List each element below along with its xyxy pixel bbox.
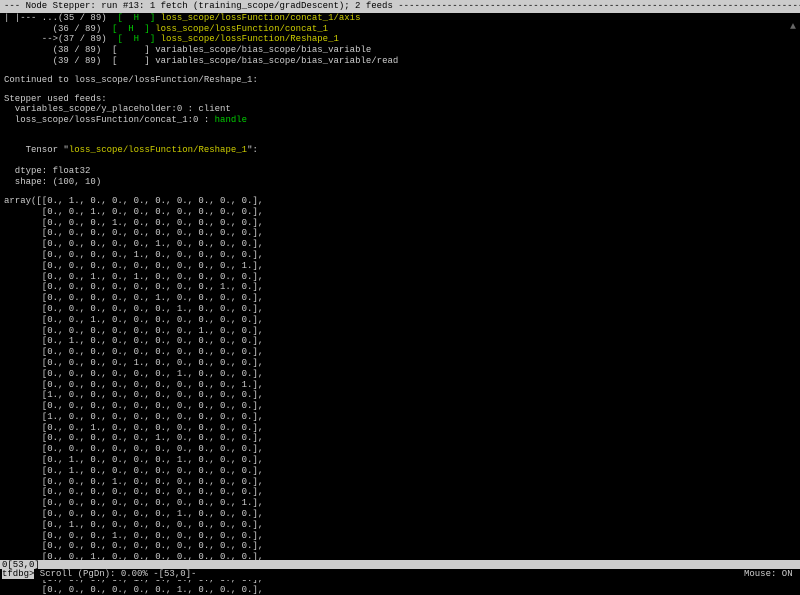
array-row: [0., 0., 0., 0., 0., 0., 0., 0., 0., 0.]…: [4, 487, 796, 498]
node-line: (38 / 89) [ ] variables_scope/bias_scope…: [4, 45, 796, 56]
array-row: [0., 0., 0., 0., 0., 0., 0., 0., 0., 0.]…: [4, 444, 796, 455]
node-line: | |--- ...(35 / 89) [ H ] loss_scope/los…: [4, 13, 796, 24]
array-row: [0., 0., 0., 0., 0., 0., 0., 0., 0., 0.]…: [4, 228, 796, 239]
mouse-status: Mouse: ON: [744, 569, 798, 580]
array-row: [0., 0., 0., 0., 0., 0., 0., 0., 0., 1.]…: [4, 380, 796, 391]
array-row: [0., 1., 0., 0., 0., 0., 0., 0., 0., 0.]…: [4, 520, 796, 531]
feed-line: loss_scope/lossFunction/concat_1:0 : han…: [4, 115, 796, 126]
array-row: [0., 0., 0., 0., 0., 0., 0., 0., 0., 0.]…: [4, 401, 796, 412]
array-row: [0., 0., 0., 0., 0., 0., 1., 0., 0., 0.]…: [4, 509, 796, 520]
array-row: [0., 0., 0., 0., 0., 0., 1., 0., 0., 0.]…: [4, 585, 796, 595]
array-row: [0., 0., 0., 1., 0., 0., 0., 0., 0., 0.]…: [4, 531, 796, 542]
array-row: [0., 0., 0., 0., 0., 0., 1., 0., 0., 0.]…: [4, 304, 796, 315]
array-row: [0., 0., 0., 0., 0., 1., 0., 0., 0., 0.]…: [4, 293, 796, 304]
array-row: array([[0., 1., 0., 0., 0., 0., 0., 0., …: [4, 196, 796, 207]
array-row: [0., 0., 1., 0., 0., 0., 0., 0., 0., 0.]…: [4, 423, 796, 434]
array-row: [0., 0., 0., 0., 0., 0., 0., 0., 0., 1.]…: [4, 498, 796, 509]
array-row: [0., 0., 0., 0., 0., 1., 0., 0., 0., 0.]…: [4, 239, 796, 250]
shape-line: shape: (100, 10): [4, 177, 796, 188]
array-row: [0., 0., 0., 0., 0., 0., 0., 0., 1., 0.]…: [4, 282, 796, 293]
array-row: [0., 1., 0., 0., 0., 0., 1., 0., 0., 0.]…: [4, 455, 796, 466]
array-row: [0., 0., 0., 0., 1., 0., 0., 0., 0., 0.]…: [4, 358, 796, 369]
array-row: [0., 0., 0., 1., 0., 0., 0., 0., 0., 0.]…: [4, 218, 796, 229]
terminal-content: | |--- ...(35 / 89) [ H ] loss_scope/los…: [0, 13, 800, 595]
array-row: [0., 0., 0., 0., 0., 1., 0., 0., 0., 0.]…: [4, 433, 796, 444]
array-row: [0., 0., 1., 0., 0., 0., 0., 0., 0., 0.]…: [4, 207, 796, 218]
array-row: [0., 1., 0., 0., 0., 0., 0., 0., 0., 0.]…: [4, 336, 796, 347]
array-row: [1., 0., 0., 0., 0., 0., 0., 0., 0., 0.]…: [4, 390, 796, 401]
tensor-name: loss_scope/lossFunction/Reshape_1: [69, 145, 247, 155]
scroll-info: Scroll (PgDn): 0.00% -[53,0]-: [34, 569, 196, 579]
array-row: [0., 0., 0., 0., 0., 0., 0., 0., 0., 0.]…: [4, 347, 796, 358]
feeds-header: Stepper used feeds:: [4, 94, 796, 105]
array-row: [1., 0., 0., 0., 0., 0., 0., 0., 0., 0.]…: [4, 412, 796, 423]
title-bar: --- Node Stepper: run #13: 1 fetch (trai…: [0, 0, 800, 13]
array-row: [0., 1., 0., 0., 0., 0., 0., 0., 0., 0.]…: [4, 466, 796, 477]
array-row: [0., 0., 0., 0., 1., 0., 0., 0., 0., 0.]…: [4, 250, 796, 261]
prompt-label: tfdbg>: [2, 569, 34, 579]
status-bar-2[interactable]: tfdbg> Scroll (PgDn): 0.00% -[53,0]- Mou…: [0, 569, 800, 580]
feed-line: variables_scope/y_placeholder:0 : client: [4, 104, 796, 115]
array-row: [0., 0., 1., 0., 0., 0., 0., 0., 0., 0.]…: [4, 315, 796, 326]
array-row: [0., 0., 0., 0., 0., 0., 0., 0., 0., 0.]…: [4, 541, 796, 552]
array-row: [0., 0., 0., 1., 0., 0., 0., 0., 0., 0.]…: [4, 477, 796, 488]
array-row: [0., 0., 0., 0., 0., 0., 0., 1., 0., 0.]…: [4, 326, 796, 337]
scroll-indicator-icon: ▲: [790, 22, 796, 34]
array-row: [0., 0., 0., 0., 0., 0., 1., 0., 0., 0.]…: [4, 369, 796, 380]
node-line: -->(37 / 89) [ H ] loss_scope/lossFuncti…: [4, 34, 796, 45]
dtype-line: dtype: float32: [4, 166, 796, 177]
node-line: (36 / 89) [ H ] loss_scope/lossFunction/…: [4, 24, 796, 35]
node-line: (39 / 89) [ ] variables_scope/bias_scope…: [4, 56, 796, 67]
continued-line: Continued to loss_scope/lossFunction/Res…: [4, 75, 796, 86]
array-row: [0., 0., 0., 0., 0., 0., 0., 0., 0., 1.]…: [4, 261, 796, 272]
tensor-header: Tensor "loss_scope/lossFunction/Reshape_…: [4, 134, 796, 166]
array-row: [0., 0., 1., 0., 1., 0., 0., 0., 0., 0.]…: [4, 272, 796, 283]
